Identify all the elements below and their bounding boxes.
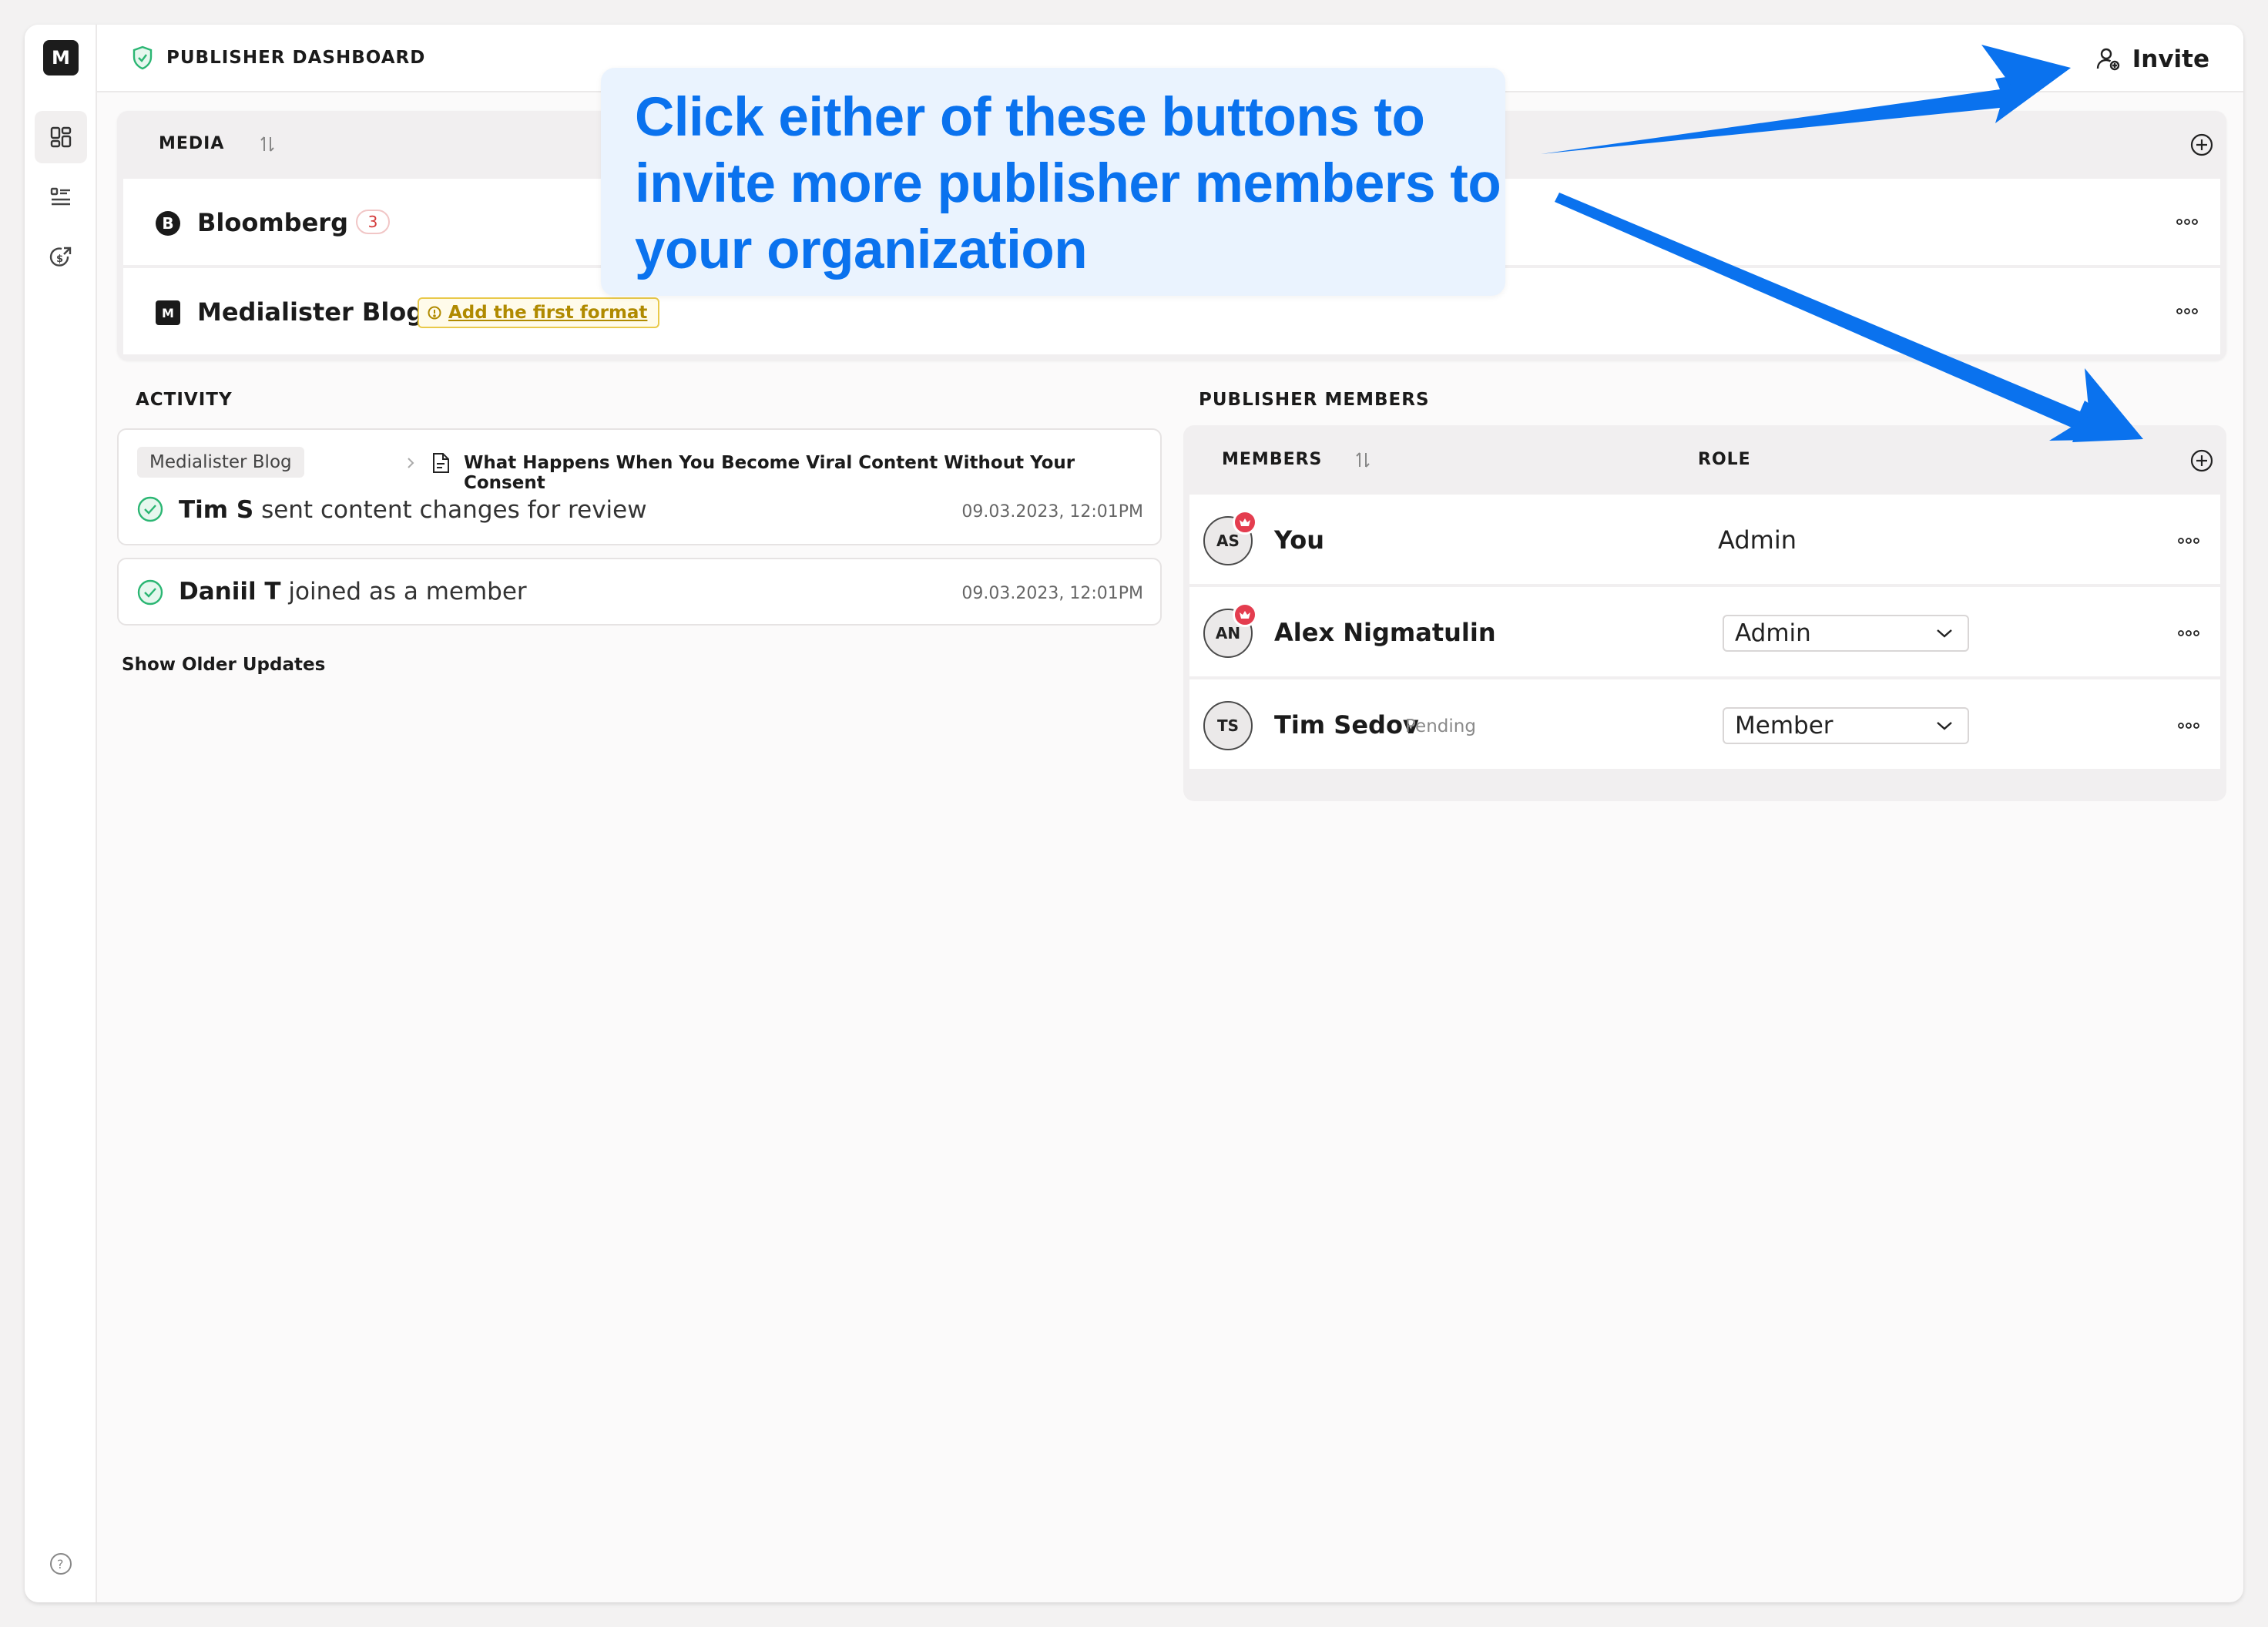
pending-count-badge: 3	[356, 210, 390, 234]
sort-icon[interactable]	[1354, 450, 1371, 470]
activity-time: 09.03.2023, 12:01PM	[961, 502, 1143, 522]
media-header-label: MEDIA	[159, 134, 225, 153]
member-row[interactable]: TS Tim Sedov Pending Member	[1189, 678, 2220, 769]
check-circle-icon	[137, 579, 163, 606]
media-name[interactable]: Medialister Blog	[197, 297, 424, 327]
activity-text: Tim S sent content changes for review	[179, 496, 647, 524]
help-icon[interactable]: ?	[49, 1552, 73, 1576]
member-row[interactable]: AS You Admin	[1189, 493, 2220, 584]
crown-icon	[1233, 602, 1257, 627]
members-column-header: MEMBERS	[1222, 450, 1323, 469]
activity-text: Daniil T joined as a member	[179, 578, 527, 606]
sort-icon[interactable]	[259, 134, 276, 154]
role-select[interactable]: Member	[1723, 707, 1969, 744]
invite-label: Invite	[2132, 45, 2209, 73]
crown-icon	[1233, 510, 1257, 535]
annotation-line: invite more publisher members to	[635, 153, 1501, 214]
media-chip[interactable]: Medialister Blog	[137, 447, 304, 478]
more-options-icon[interactable]	[2176, 307, 2199, 316]
sidebar-item-monetization[interactable]: $	[35, 231, 87, 283]
activity-action: sent content changes for review	[261, 496, 647, 524]
annotation-line: your organization	[635, 220, 1088, 280]
monetization-icon: $	[49, 247, 72, 267]
chevron-down-icon	[1937, 629, 1952, 638]
member-name: Alex Nigmatulin	[1274, 618, 1496, 647]
role-select-value: Admin	[1735, 619, 1811, 647]
annotation-line: Click either of these buttons to	[635, 87, 1425, 148]
role-select[interactable]: Admin	[1723, 615, 1969, 652]
medialister-logo-icon: M	[156, 300, 180, 325]
activity-title: ACTIVITY	[136, 390, 233, 410]
check-circle-icon	[137, 496, 163, 522]
show-older-updates-link[interactable]: Show Older Updates	[122, 655, 325, 675]
document-icon	[433, 453, 449, 473]
member-row[interactable]: AN Alex Nigmatulin Admin	[1189, 585, 2220, 676]
invite-button[interactable]: Invite	[2095, 40, 2209, 79]
sidebar: M $ ?	[25, 25, 97, 1602]
annotation-callout: Click either of these buttons to invite …	[601, 68, 1505, 296]
more-options-icon[interactable]	[2176, 217, 2199, 226]
list-icon	[50, 187, 70, 206]
chevron-right-icon	[408, 458, 414, 468]
sidebar-item-list[interactable]	[35, 171, 87, 223]
publisher-members-title: PUBLISHER MEMBERS	[1199, 390, 1430, 410]
member-name: Tim Sedov	[1274, 710, 1419, 740]
bloomberg-logo-icon: B	[156, 211, 180, 236]
role-select-value: Member	[1735, 712, 1834, 740]
members-header: MEMBERS ROLE	[1183, 425, 2226, 493]
more-options-icon[interactable]	[2177, 629, 2200, 638]
activity-actor: Daniil T	[179, 578, 281, 606]
add-user-icon	[2096, 48, 2119, 71]
svg-text:$: $	[56, 253, 63, 265]
activity-item[interactable]: Medialister Blog What Happens When You B…	[117, 428, 1162, 545]
svg-text:?: ?	[57, 1557, 64, 1572]
add-member-icon[interactable]	[2189, 448, 2214, 473]
dashboard-icon	[50, 126, 72, 148]
chevron-down-icon	[1937, 722, 1952, 730]
activity-item[interactable]: Daniil T joined as a member 09.03.2023, …	[117, 558, 1162, 626]
member-role: Admin	[1718, 525, 1797, 555]
activity-time: 09.03.2023, 12:01PM	[961, 584, 1143, 603]
info-icon	[428, 306, 441, 320]
article-title[interactable]: What Happens When You Become Viral Conte…	[464, 453, 1160, 493]
members-card: MEMBERS ROLE AS You Admin AN Alex Nigmat…	[1183, 425, 2226, 801]
avatar: TS	[1203, 701, 1253, 750]
app-logo[interactable]: M	[43, 40, 79, 75]
shield-check-icon	[133, 45, 153, 70]
sidebar-item-dashboard[interactable]	[35, 111, 87, 163]
role-column-header: ROLE	[1698, 450, 1751, 469]
add-first-format-label: Add the first format	[448, 303, 648, 323]
add-media-icon[interactable]	[2189, 133, 2214, 157]
pending-status: Pending	[1405, 716, 1476, 736]
more-options-icon[interactable]	[2177, 721, 2200, 730]
activity-actor: Tim S	[179, 496, 254, 524]
activity-action: joined as a member	[288, 578, 527, 606]
add-first-format-link[interactable]: Add the first format	[418, 297, 660, 328]
media-name[interactable]: Bloomberg	[197, 208, 348, 237]
more-options-icon[interactable]	[2177, 536, 2200, 545]
member-name: You	[1274, 525, 1324, 555]
page-title: PUBLISHER DASHBOARD	[166, 48, 426, 68]
